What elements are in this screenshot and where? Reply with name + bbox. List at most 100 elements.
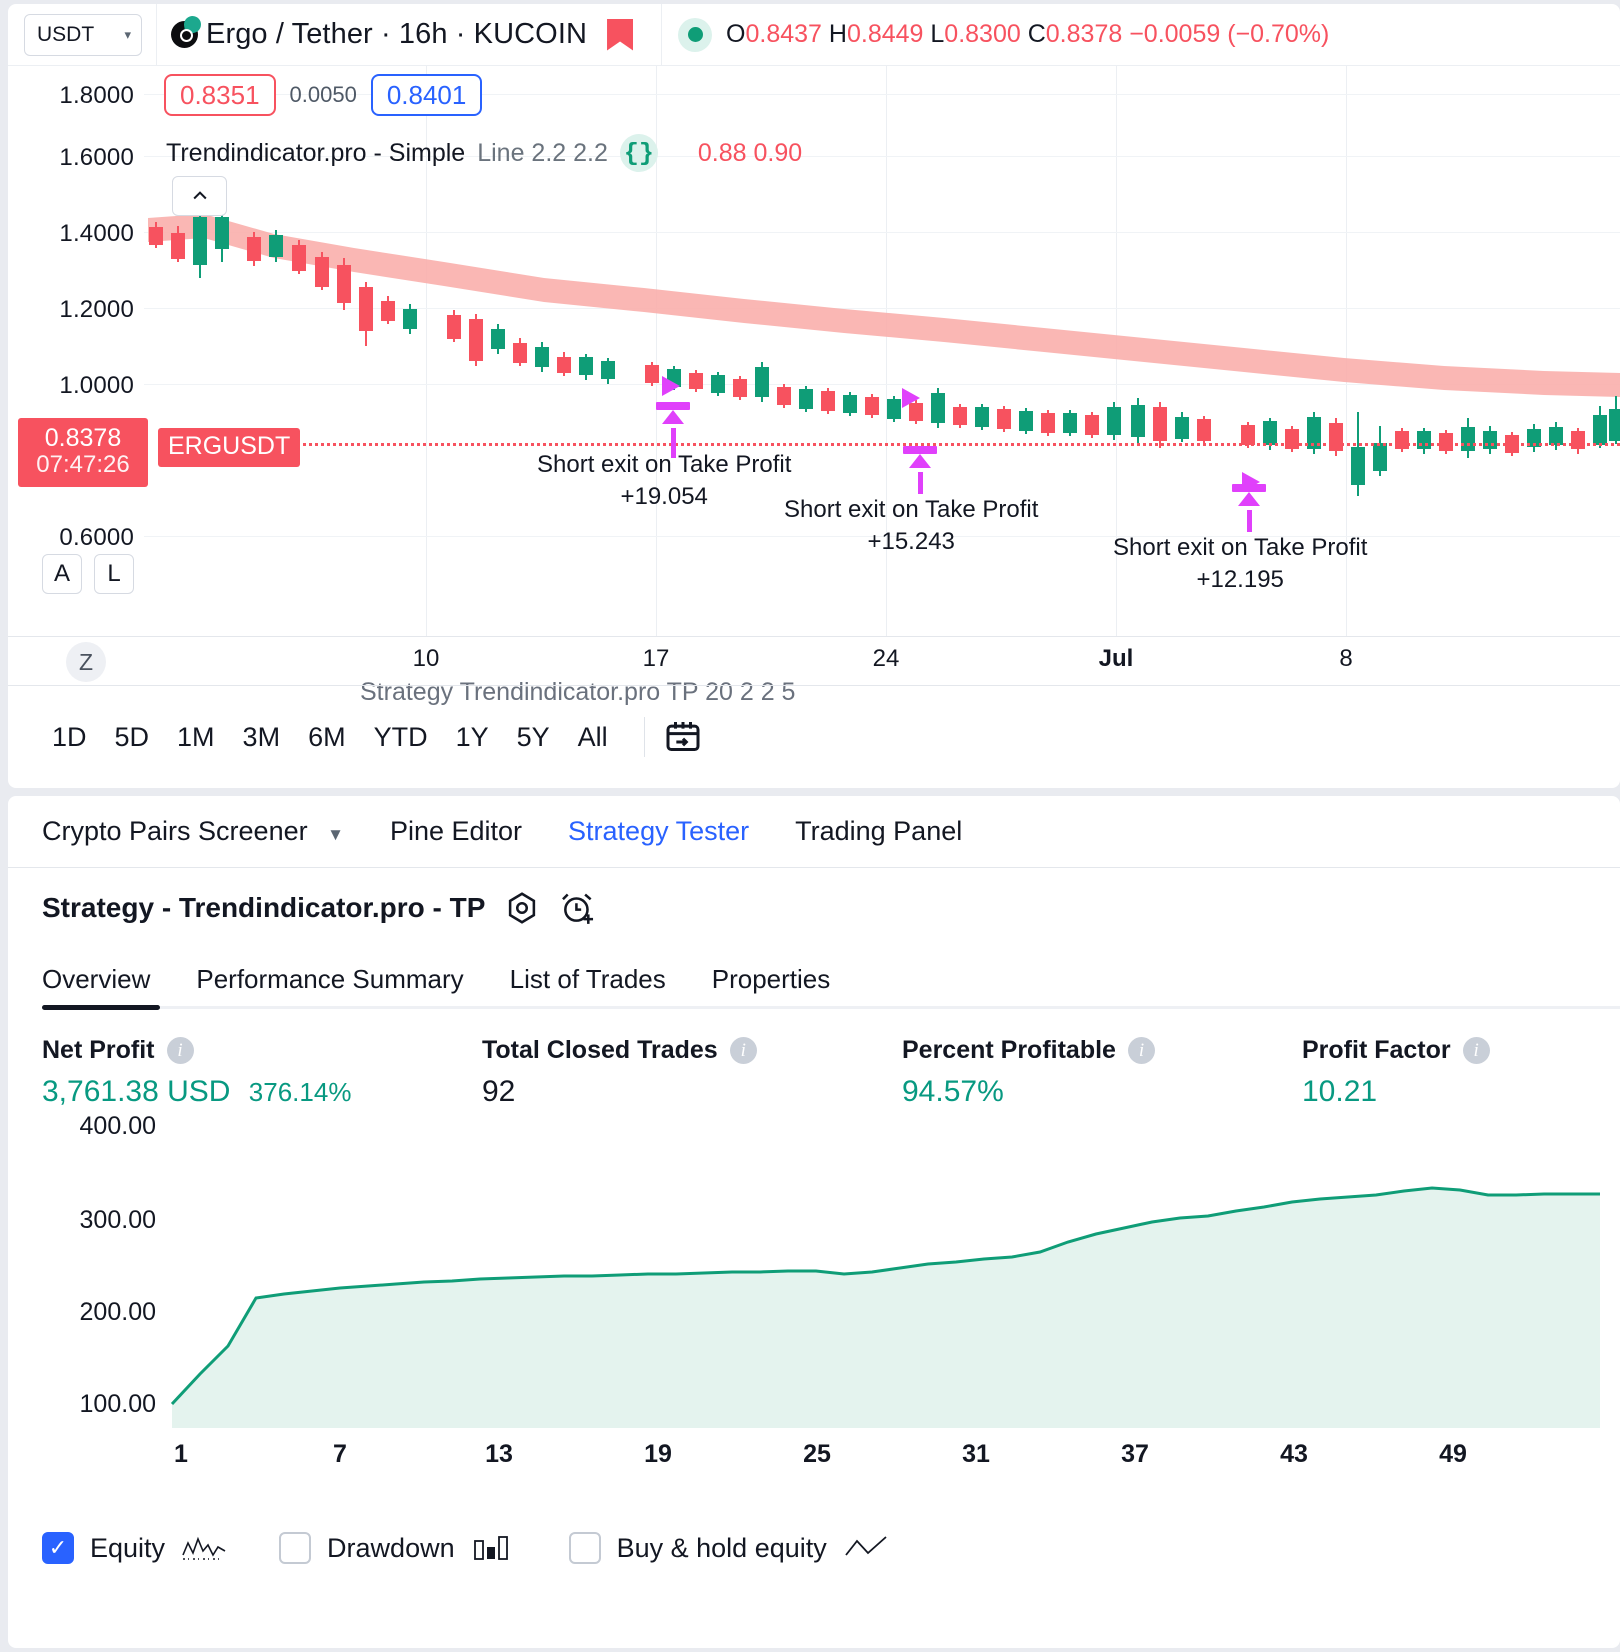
time-axis-label: 24 [872, 645, 900, 672]
ohlc-values: O0.8437 H0.8449 L0.8300 C0.8378 −0.0059 … [726, 20, 1329, 49]
toolbar-divider [643, 717, 645, 757]
price-axis-label: 1.8000 [59, 82, 134, 109]
equity-y-label: 100.00 [79, 1390, 156, 1418]
range-button-1m[interactable]: 1M [163, 716, 229, 759]
info-icon[interactable]: i [166, 1037, 194, 1064]
stat-label: Percent Profitable [902, 1036, 1116, 1064]
subtab-list-of-trades[interactable]: List of Trades [510, 964, 666, 995]
bid-price[interactable]: 0.8351 [164, 74, 276, 116]
strategy-header: Strategy - Trendindicator.pro - TP [8, 868, 1620, 948]
trade-annotation-text: Short exit on Take Profit [1113, 534, 1368, 561]
tab-strategy-tester[interactable]: Strategy Tester [568, 816, 749, 847]
trade-annotation: Short exit on Take Profit +19.054 [537, 449, 791, 513]
ohlc-l-value: 0.8300 [944, 20, 1021, 48]
price-axis-label: 1.2000 [59, 296, 134, 323]
equity-chart: 400.00 300.00 200.00 100.00 1 7 13 19 25… [8, 1112, 1620, 1582]
ask-price[interactable]: 0.8401 [370, 74, 483, 116]
auto-scale-button[interactable]: A [42, 554, 82, 594]
chart-legend: Equity Drawdown [42, 1532, 941, 1564]
equity-x-label: 1 [174, 1440, 188, 1468]
equity-y-label: 200.00 [79, 1298, 156, 1326]
legend-item-equity[interactable]: Equity [42, 1532, 227, 1564]
strategy-sub-tabs: Overview Performance Summary List of Tra… [8, 948, 1620, 1010]
settings-hexagon-icon[interactable] [503, 889, 541, 927]
tradingview-app: USDT ▾ Ergo / Tether · 16h · KUCOIN O0.8… [0, 0, 1620, 1652]
log-scale-button[interactable]: L [94, 554, 134, 594]
chart-panel: USDT ▾ Ergo / Tether · 16h · KUCOIN O0.8… [8, 4, 1620, 788]
legend-item-drawdown[interactable]: Drawdown [279, 1532, 517, 1564]
legend-item-buy-hold-equity[interactable]: Buy & hold equity [568, 1532, 889, 1564]
price-chart-plot[interactable]: 1.8000 1.6000 1.4000 1.2000 1.0000 0.600… [8, 66, 1620, 706]
time-axis-label: 17 [642, 645, 670, 672]
last-price-line [284, 443, 1620, 446]
symbol-block[interactable]: Ergo / Tether · 16h · KUCOIN [157, 18, 647, 51]
subtab-scroll-track[interactable] [160, 1006, 1620, 1009]
range-button-6m[interactable]: 6M [294, 716, 360, 759]
time-axis-label: 8 [1339, 645, 1353, 672]
equity-x-label: 7 [333, 1440, 347, 1468]
equity-x-label: 43 [1280, 1440, 1308, 1468]
subtab-properties[interactable]: Properties [712, 964, 831, 995]
source-code-icon[interactable]: {} [619, 134, 658, 172]
trade-annotation-text: Short exit on Take Profit [537, 451, 792, 478]
scale-mode-buttons: A L [42, 554, 134, 594]
bar-countdown: 07:47:26 [36, 451, 130, 478]
tab-label: Crypto Pairs Screener [42, 816, 308, 846]
bid-ask-row: 0.8351 0.0050 0.8401 [164, 74, 483, 116]
indicator-legend[interactable]: Trendindicator.pro - Simple Line 2.2 2.2… [166, 134, 802, 172]
equity-x-label: 25 [803, 1440, 831, 1468]
info-icon[interactable]: i [729, 1037, 757, 1064]
tab-crypto-pairs-screener[interactable]: Crypto Pairs Screener ▼ [42, 816, 344, 847]
panel-tabs: Crypto Pairs Screener ▼ Pine Editor Stra… [8, 796, 1620, 868]
buy-hold-checkbox[interactable] [568, 1532, 601, 1564]
range-button-5y[interactable]: 5Y [503, 716, 564, 759]
calendar-icon[interactable] [663, 717, 703, 757]
range-button-3m[interactable]: 3M [229, 716, 295, 759]
price-axis-label: 1.4000 [59, 220, 134, 247]
bookmark-flag-icon[interactable] [607, 18, 634, 51]
active-subtab-indicator [42, 1005, 160, 1010]
current-price-value: 0.8378 [44, 424, 122, 452]
add-alert-clock-icon[interactable] [559, 889, 597, 927]
ohlc-c-label: C [1027, 20, 1046, 48]
time-axis[interactable]: Z 10 17 24 Jul 8 [8, 636, 1620, 686]
currency-select[interactable]: USDT ▾ [24, 13, 142, 56]
equity-x-label: 37 [1121, 1440, 1149, 1468]
time-axis-label: Jul [1098, 645, 1134, 672]
info-icon[interactable]: i [1462, 1037, 1490, 1064]
drawdown-checkbox[interactable] [279, 1532, 312, 1564]
equity-y-label: 300.00 [79, 1206, 156, 1234]
equity-x-label: 19 [644, 1440, 672, 1468]
tab-trading-panel[interactable]: Trading Panel [795, 816, 962, 847]
range-button-ytd[interactable]: YTD [360, 716, 442, 759]
info-icon[interactable]: i [1127, 1037, 1155, 1064]
collapse-legend-button[interactable] [172, 176, 227, 216]
time-axis-label: 10 [412, 645, 440, 672]
tab-pine-editor[interactable]: Pine Editor [390, 816, 522, 847]
equity-y-label: 400.00 [79, 1112, 156, 1140]
ohlc-l-label: L [930, 20, 945, 48]
legend-label: Equity [90, 1532, 166, 1563]
symbol-tag: ERGUSDT [158, 428, 301, 467]
range-button-1y[interactable]: 1Y [442, 716, 503, 759]
zoom-reset-badge[interactable]: Z [66, 642, 106, 682]
spread-value: 0.0050 [289, 82, 357, 107]
equity-area-series [170, 1186, 1600, 1428]
equity-checkbox[interactable] [42, 1532, 74, 1564]
equity-x-label: 13 [485, 1440, 513, 1468]
currency-select-value: USDT [37, 22, 95, 46]
chevron-up-icon [192, 191, 207, 200]
subtab-performance-summary[interactable]: Performance Summary [196, 964, 463, 995]
strategy-title: Strategy - Trendindicator.pro - TP [42, 892, 486, 923]
subtab-overview[interactable]: Overview [42, 964, 150, 995]
range-button-1d[interactable]: 1D [38, 716, 101, 759]
trade-annotation-value: +15.243 [867, 527, 955, 555]
range-button-all[interactable]: All [564, 716, 622, 759]
stat-label: Profit Factor [1302, 1036, 1451, 1064]
range-button-5d[interactable]: 5D [101, 716, 164, 759]
price-axis-label: 1.0000 [59, 372, 134, 399]
price-axis-label: 0.6000 [59, 524, 134, 551]
date-range-toolbar: 1D 5D 1M 3M 6M YTD 1Y 5Y All [8, 686, 1620, 788]
buyhold-line-icon [845, 1536, 887, 1556]
equity-area-fill [172, 1188, 1600, 1428]
